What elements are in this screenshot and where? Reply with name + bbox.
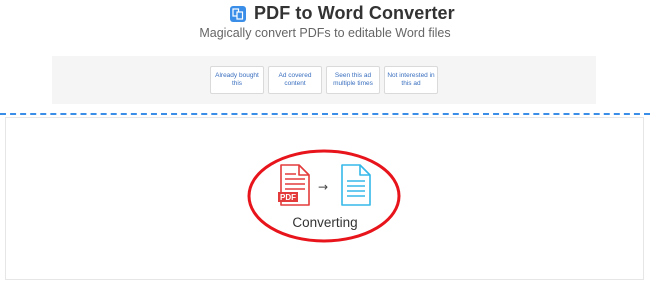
ad-feedback-already-bought-button[interactable]: Already bought this (210, 66, 264, 94)
ad-feedback-not-interested-button[interactable]: Not interested in this ad (384, 66, 438, 94)
ad-feedback-panel: Already bought this Ad covered content S… (52, 56, 596, 104)
section-divider (0, 113, 650, 115)
page-header: PDF to Word Converter Magically convert … (0, 0, 650, 44)
ad-feedback-covered-content-button[interactable]: Ad covered content (268, 66, 322, 94)
page-title: PDF to Word Converter (254, 3, 455, 23)
highlight-ellipse (246, 148, 402, 249)
page-subtitle: Magically convert PDFs to editable Word … (199, 26, 451, 40)
ad-feedback-seen-multiple-button[interactable]: Seen this ad multiple times (326, 66, 380, 94)
app-logo-icon (230, 6, 246, 22)
